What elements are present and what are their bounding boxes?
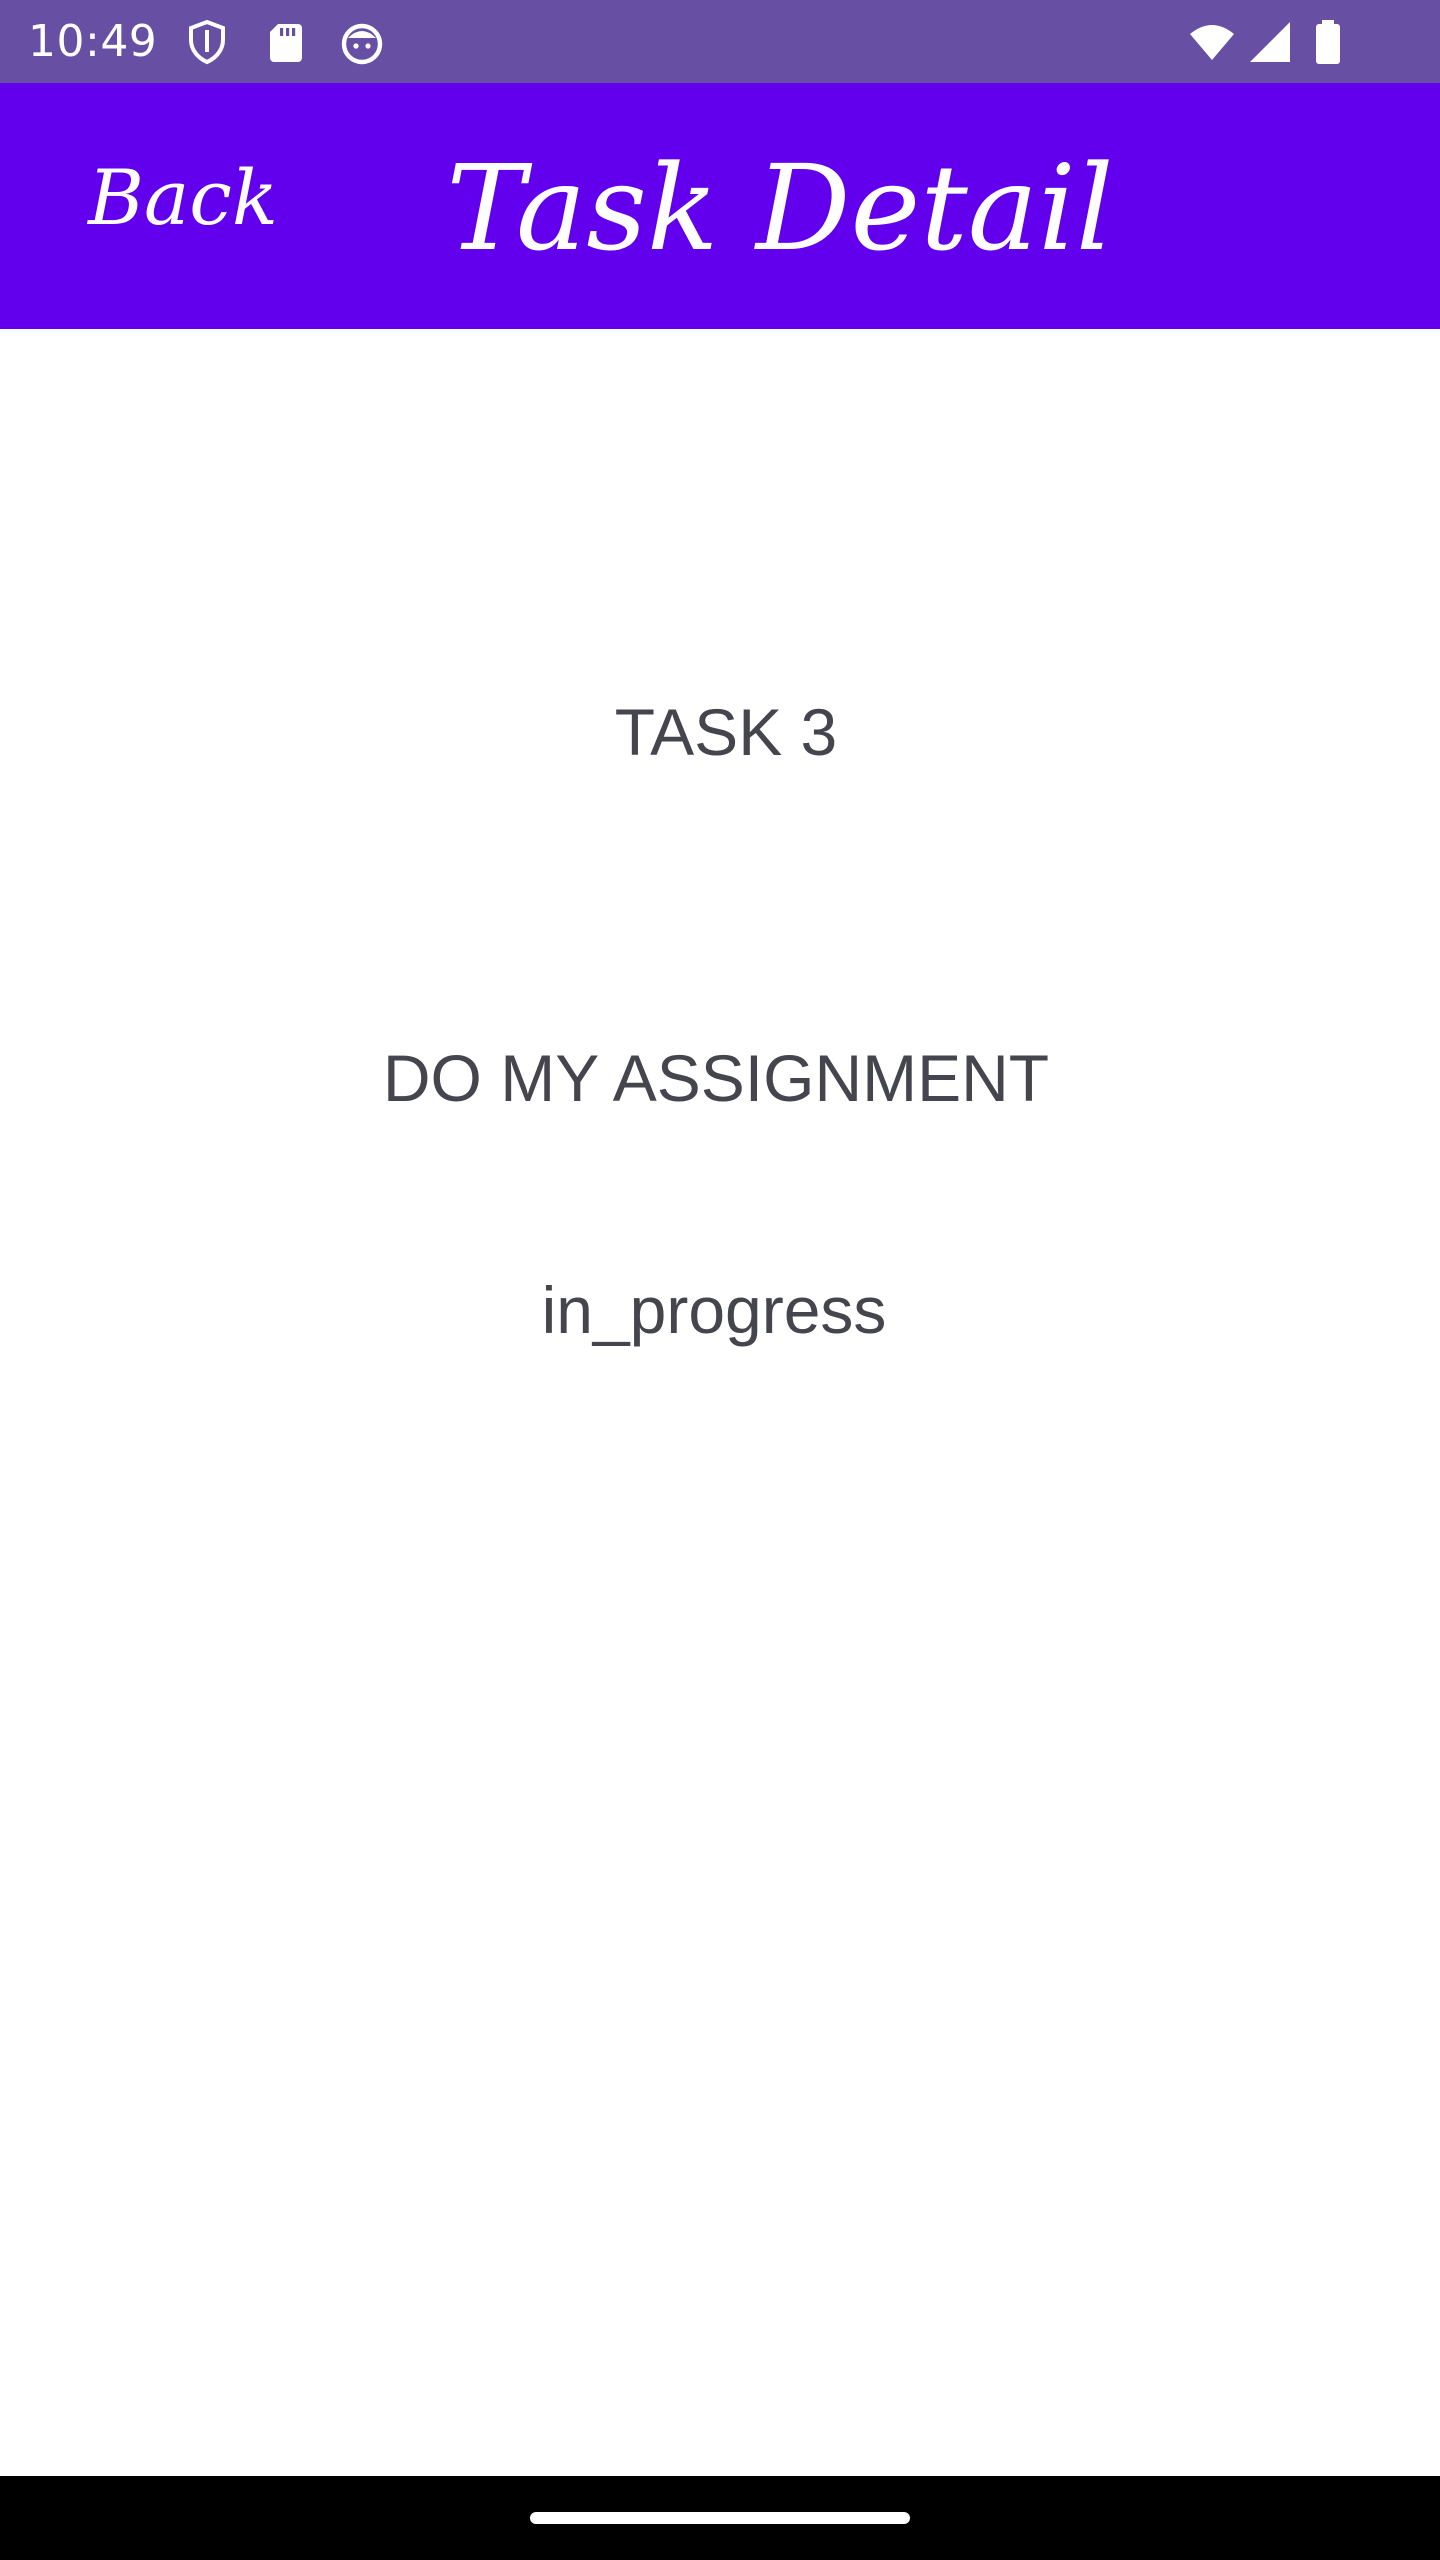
home-indicator[interactable]: [530, 2512, 910, 2524]
back-button[interactable]: Back: [88, 147, 278, 247]
page-title: Task Detail: [446, 139, 1114, 277]
shield-icon: [183, 18, 231, 66]
task-name: TASK 3: [614, 695, 838, 769]
task-status: in_progress: [541, 1273, 887, 1347]
wifi-icon: [1188, 18, 1236, 66]
battery-icon: [1304, 18, 1352, 66]
navigation-bar: [0, 2476, 1440, 2560]
status-bar: 10:49: [0, 0, 1440, 83]
status-time: 10:49: [28, 16, 158, 67]
task-description: DO MY ASSIGNMENT: [382, 1041, 1050, 1115]
cell-signal-icon: [1246, 18, 1294, 66]
robot-face-icon: [338, 18, 386, 66]
app-bar: Back Task Detail: [0, 83, 1440, 329]
sd-card-icon: [262, 18, 310, 66]
